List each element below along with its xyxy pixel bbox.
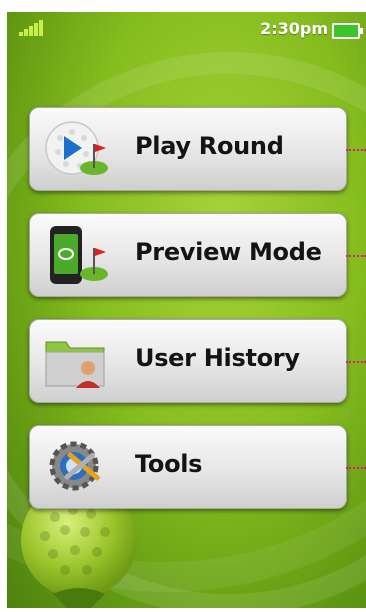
battery-icon	[332, 23, 363, 39]
status-time: 2:30pm	[260, 19, 328, 38]
play-round-button[interactable]: Play Round	[29, 107, 347, 191]
callout-dots	[346, 149, 366, 151]
user-history-label: User History	[135, 344, 300, 372]
play-round-label: Play Round	[135, 132, 284, 160]
tools-button[interactable]: Tools	[29, 425, 347, 509]
callout-dots	[346, 255, 366, 257]
gear-tools-icon	[49, 441, 100, 491]
preview-mode-label: Preview Mode	[135, 238, 322, 266]
tools-label: Tools	[135, 450, 203, 478]
callout-dots	[346, 361, 366, 363]
user-history-button[interactable]: User History	[29, 319, 347, 403]
callout-dots	[346, 467, 366, 469]
preview-mode-button[interactable]: Preview Mode	[29, 213, 347, 297]
status-bar: 2:30pm	[7, 12, 366, 46]
phone-flag-icon	[50, 226, 108, 284]
app-screen: 2:30pm Play Round Preview Mode User Hist…	[7, 12, 366, 608]
folder-user-icon	[45, 341, 105, 388]
golf-ball-flag-icon	[45, 121, 108, 175]
signal-icon	[19, 20, 45, 36]
